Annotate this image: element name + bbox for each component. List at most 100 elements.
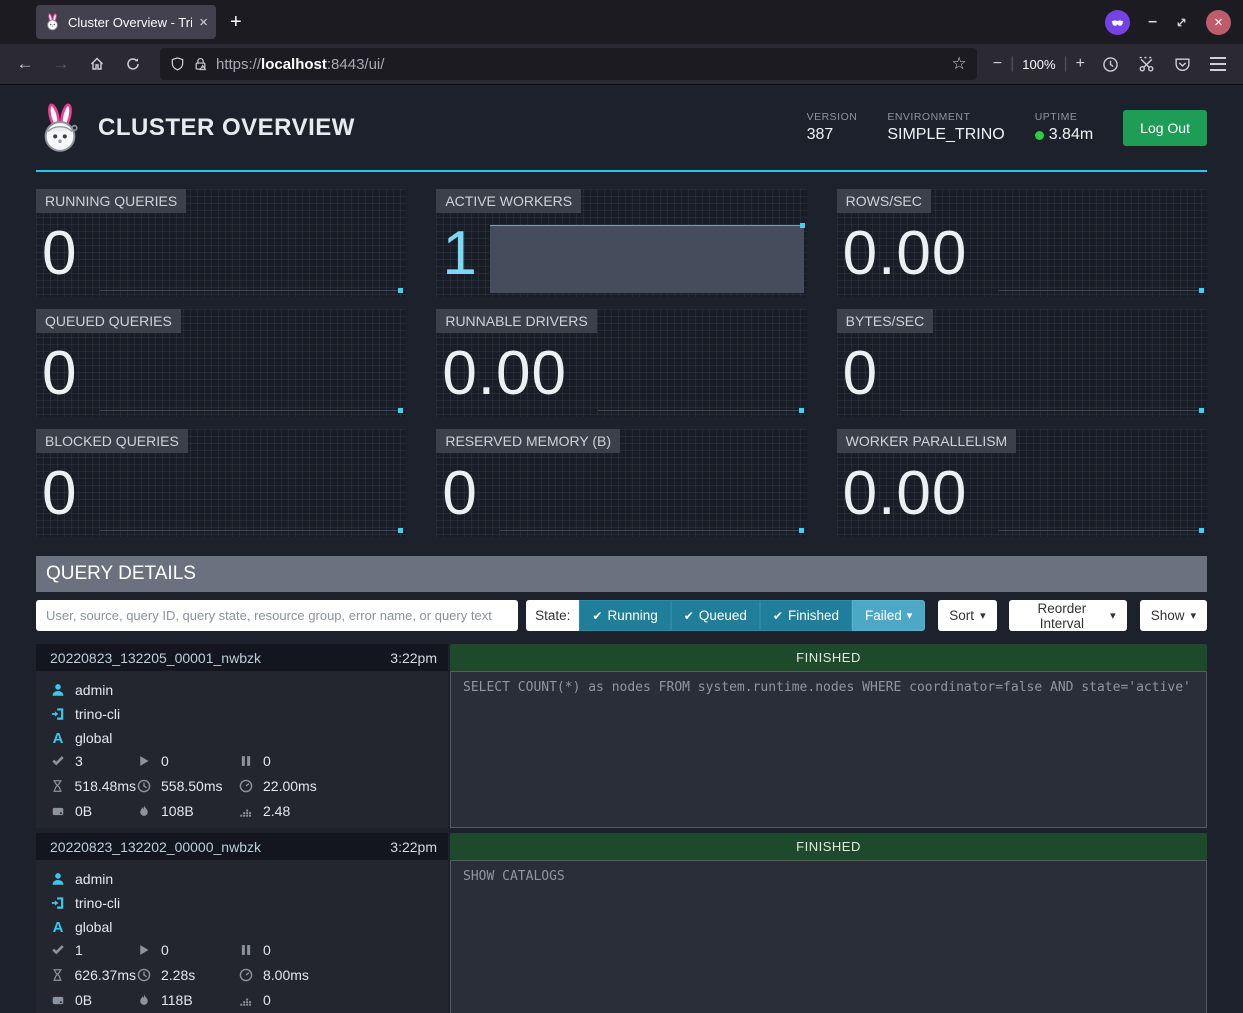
current-memory: 0B [75,803,92,819]
state-button-label: Failed [865,608,902,623]
tile-value: 0 [42,221,77,286]
pocket-save-icon[interactable] [1167,50,1197,78]
zoom-in-button[interactable]: + [1076,55,1085,73]
tile-blocked-queries: BLOCKED QUERIES 0 [36,429,406,537]
environment-label: ENVIRONMENT [887,111,1004,123]
completed-check-icon [50,754,66,768]
query-time: 3:22pm [390,650,437,666]
reorder-interval-dropdown[interactable]: Reorder Interval ▾ [1009,600,1127,631]
tile-worker-parallelism: WORKER PARALLELISM 0.00 [837,429,1207,537]
browser-navbar: ← → https://localhost:8443/ui/ [0,44,1243,85]
queued-splits: 0 [263,942,271,958]
forward-button: → [46,50,76,78]
query-id-link[interactable]: 20220823_132202_00000_nwbzk [50,839,261,855]
connection-lock-icon[interactable] [193,56,208,72]
screenshot-scissors-icon[interactable] [1131,50,1161,78]
sparkline-filled-area [490,225,803,293]
tracking-shield-icon[interactable] [170,56,185,72]
private-browsing-mask-icon [1105,10,1130,35]
tile-reserved-memory: RESERVED MEMORY (B) 0 [436,429,806,537]
window-maximize-button[interactable] [1175,16,1188,29]
menu-hamburger-icon[interactable] [1203,50,1233,78]
tile-label: WORKER PARALLELISM [837,429,1017,453]
query-row: 20220823_132205_00001_nwbzk 3:22pm FINIS… [36,644,1207,828]
browser-tab[interactable]: Cluster Overview - Trino × [36,5,216,39]
uptime-label: UPTIME [1035,111,1093,123]
uptime-value: 3.84m [1049,126,1093,144]
peak-memory-flame-icon [136,804,152,818]
logout-button[interactable]: Log Out [1123,110,1207,146]
url-path: :8443/ui/ [327,56,385,73]
url-text[interactable]: https://localhost:8443/ui/ [216,56,384,73]
completed-splits: 3 [75,753,83,769]
query-user: admin [75,871,113,887]
bookmark-star-icon[interactable]: ☆ [952,54,967,74]
url-bar[interactable]: https://localhost:8443/ui/ ☆ [160,48,977,80]
user-icon [50,683,66,697]
back-button[interactable]: ← [10,50,40,78]
state-button-running[interactable]: ✔ Running [579,600,670,631]
queued-pause-icon [238,944,254,956]
tile-value: 0.00 [442,341,567,406]
sparkline-dot [398,528,403,533]
home-button[interactable] [82,50,112,78]
query-sql-text: SELECT COUNT(*) as nodes FROM system.run… [450,671,1207,828]
query-status-bar: FINISHED [450,644,1207,671]
check-icon: ✔ [684,609,694,623]
state-filter-group: State: ✔ Running ✔ Queued ✔ Finished Fai… [526,600,925,631]
hourglass-icon [50,968,66,982]
cpu-clock-icon [136,779,152,793]
query-id-link[interactable]: 20220823_132205_00001_nwbzk [50,650,261,666]
state-button-queued[interactable]: ✔ Queued [671,600,760,631]
query-status-bar: FINISHED [450,833,1207,860]
zoom-out-button[interactable]: − [993,55,1002,73]
hourglass-icon [50,779,66,793]
url-host: localhost [261,56,327,73]
query-details-section-header: QUERY DETAILS [36,556,1207,592]
version-value: 387 [807,126,858,144]
state-button-finished[interactable]: ✔ Finished [760,600,852,631]
query-time: 3:22pm [390,839,437,855]
user-icon [50,872,66,886]
cpu-time: 2.28s [161,967,195,983]
running-play-icon [136,944,152,956]
tile-queued-queries: QUEUED QUERIES 0 [36,309,406,417]
tab-close-icon[interactable]: × [199,15,208,30]
browser-titlebar: Cluster Overview - Trino × + – × [0,0,1243,44]
tile-value: 0 [42,461,77,526]
tile-label: RESERVED MEMORY (B) [436,429,620,453]
query-source: trino-cli [75,895,120,911]
window-close-button[interactable]: × [1206,10,1231,35]
history-clock-icon[interactable] [1095,50,1125,78]
sparkline-dot [799,408,804,413]
cumulative-memory: 2.48 [263,803,290,819]
sparkline [598,410,803,411]
cpu-clock-icon [136,968,152,982]
show-dropdown[interactable]: Show ▾ [1140,600,1207,631]
execution-time: 8.00ms [263,967,309,983]
state-button-failed-dropdown[interactable]: Failed ▾ [852,600,925,631]
sparkline [100,290,403,291]
query-resource-group: global [75,730,112,746]
reload-button[interactable] [118,50,148,78]
sort-dropdown[interactable]: Sort ▾ [938,600,996,631]
sparkline-dot [1199,408,1204,413]
environment-stat: ENVIRONMENT SIMPLE_TRINO [887,111,1004,144]
chevron-down-icon: ▾ [980,609,986,622]
url-scheme: https:// [216,56,261,73]
trino-cluster-overview-page: CLUSTER OVERVIEW VERSION 387 ENVIRONMENT… [0,85,1243,1013]
sparkline-dot [1199,288,1204,293]
uptime-stat: UPTIME 3.84m [1035,111,1093,144]
running-splits: 0 [161,942,169,958]
cumulative-memory: 0 [263,992,271,1008]
zoom-level[interactable]: 100% [1022,57,1055,72]
sort-label: Sort [949,608,974,623]
peak-memory: 108B [161,803,194,819]
version-stat: VERSION 387 [807,111,858,144]
tile-label: ROWS/SEC [837,189,931,213]
new-tab-button[interactable]: + [230,11,242,34]
window-minimize-button[interactable]: – [1148,13,1157,31]
query-search-input[interactable] [36,600,518,631]
version-label: VERSION [807,111,858,123]
chevron-down-icon: ▾ [1110,609,1116,622]
